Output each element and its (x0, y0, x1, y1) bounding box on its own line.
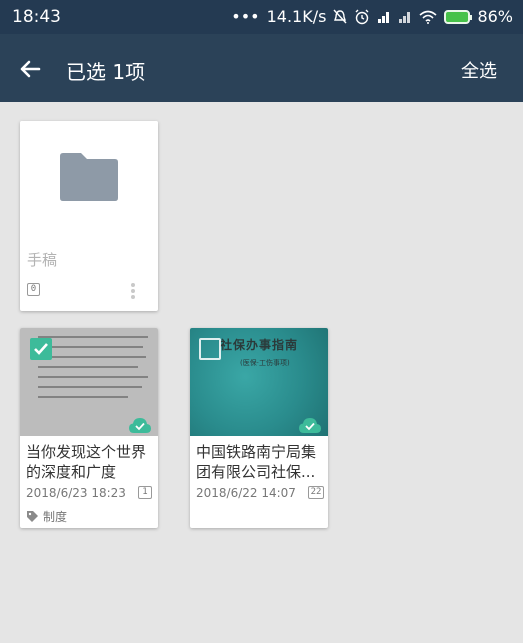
arrow-left-icon[interactable] (15, 54, 45, 84)
more-vert-icon[interactable] (130, 281, 136, 303)
status-bar: 18:43 ••• 14.1K/s 86% (0, 0, 523, 34)
checkbox-unchecked[interactable] (199, 338, 221, 360)
signal-icon (378, 11, 390, 23)
network-speed: 14.1K/s (266, 7, 327, 26)
thumbnail-title: 社保办事指南 (220, 338, 299, 352)
wifi-icon (419, 10, 437, 24)
document-title: 当你发现这个世界的深度和广度 (26, 443, 147, 481)
folder-icon (60, 153, 118, 201)
tag-label: 制度 (43, 510, 68, 524)
folder-thumbnail (20, 121, 158, 230)
document-tag: 制度 (26, 508, 67, 525)
document-title: 中国铁路南宁局集团有限公司社保... (196, 443, 317, 481)
battery-level: 86% (477, 7, 513, 26)
folder-name: 手稿 (27, 251, 58, 269)
document-card[interactable]: 社保办事指南 (医保·工伤事项) 中国铁路南宁局集团有限公司社保... 2018… (190, 328, 328, 528)
alarm-icon (355, 9, 369, 24)
selection-title: 已选 1项 (66, 60, 146, 84)
folder-card[interactable]: 手稿 0 (20, 121, 158, 311)
cloud-synced-icon (129, 418, 151, 433)
mute-icon (333, 9, 347, 23)
status-time: 18:43 (12, 7, 61, 27)
checkbox-checked[interactable] (30, 338, 52, 360)
thumbnail-subtitle: (医保·工伤事项) (240, 359, 290, 367)
more-dots: ••• (231, 7, 260, 26)
battery-icon (444, 9, 473, 24)
cloud-synced-icon (299, 418, 321, 433)
app-bar: 已选 1项 全选 (0, 34, 523, 102)
document-card[interactable]: 当你发现这个世界的深度和广度 2018/6/23 18:23 1 制度 (20, 328, 158, 528)
signal-icon (399, 11, 411, 23)
check-icon (34, 343, 48, 355)
document-date: 2018/6/22 14:07 (196, 486, 296, 500)
tag-icon (27, 511, 38, 522)
page-count-badge: 22 (308, 486, 324, 499)
status-icons: ••• 14.1K/s 86% (231, 7, 513, 26)
document-date: 2018/6/23 18:23 (26, 486, 126, 500)
document-thumbnail: 社保办事指南 (医保·工伤事项) (190, 328, 328, 436)
select-all-button[interactable]: 全选 (461, 57, 497, 83)
page-count-badge: 1 (138, 486, 152, 499)
document-thumbnail (20, 328, 158, 436)
folder-count-badge: 0 (27, 283, 40, 296)
